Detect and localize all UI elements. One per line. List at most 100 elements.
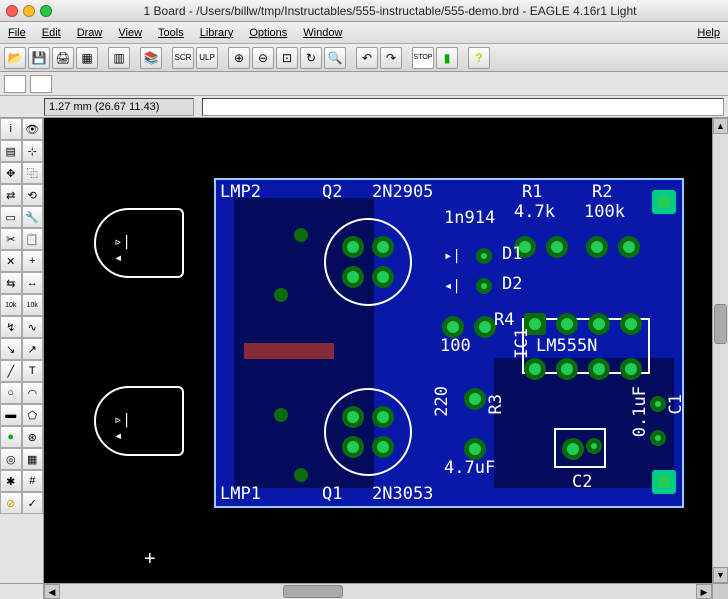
board-canvas[interactable]: ▸| ◂| LMP2: [44, 118, 712, 583]
label-r3val: 4.7uF: [444, 458, 495, 478]
close-icon[interactable]: [6, 5, 18, 17]
label-d1: D1: [502, 244, 522, 264]
menu-file[interactable]: File: [8, 27, 26, 39]
zoom-in-button[interactable]: ⊕: [228, 47, 250, 69]
redo-button[interactable]: ↷: [380, 47, 402, 69]
param-toolbar: [0, 72, 728, 96]
param-mirror[interactable]: [30, 75, 52, 93]
menu-draw[interactable]: Draw: [77, 27, 103, 39]
text-tool[interactable]: T: [22, 360, 44, 382]
rotate-tool[interactable]: ⟲: [22, 184, 44, 206]
help-button[interactable]: ?: [468, 47, 490, 69]
command-input[interactable]: [202, 98, 724, 116]
menu-edit[interactable]: Edit: [42, 27, 61, 39]
copy-tool[interactable]: ⿻: [22, 162, 44, 184]
smash-tool[interactable]: 10k: [22, 294, 44, 316]
menu-tools[interactable]: Tools: [158, 27, 184, 39]
open-button[interactable]: 📂: [4, 47, 26, 69]
show-tool[interactable]: 👁: [22, 118, 44, 140]
undo-button[interactable]: ↶: [356, 47, 378, 69]
route-tool[interactable]: ↘: [0, 338, 22, 360]
signal-tool[interactable]: ⊛: [22, 426, 44, 448]
label-c1val: 0.1uF: [630, 386, 650, 437]
lock-tool[interactable]: 10k: [0, 294, 22, 316]
wire-tool[interactable]: ╱: [0, 360, 22, 382]
scroll-left-icon[interactable]: ◀: [44, 584, 60, 599]
minimize-icon[interactable]: [23, 5, 35, 17]
print-button[interactable]: 🖨: [52, 47, 74, 69]
erc-tool[interactable]: ⊘: [0, 492, 22, 514]
origin-cursor-icon: +: [144, 548, 156, 571]
scroll-right-icon[interactable]: ▶: [696, 584, 712, 599]
add-tool[interactable]: +: [22, 250, 44, 272]
change-tool[interactable]: 🔧: [22, 206, 44, 228]
pcb-board: ▸| ◂| LMP2: [214, 178, 684, 508]
info-tool[interactable]: i: [0, 118, 22, 140]
cut-tool[interactable]: ✂: [0, 228, 22, 250]
hscroll-thumb[interactable]: [283, 585, 343, 598]
vscroll-thumb[interactable]: [714, 304, 727, 344]
label-q2val: 2N2905: [372, 182, 433, 202]
menu-view[interactable]: View: [118, 27, 142, 39]
auto-tool[interactable]: #: [22, 470, 44, 492]
titlebar: 1 Board - /Users/billw/tmp/Instructables…: [0, 0, 728, 22]
save-button[interactable]: 💾: [28, 47, 50, 69]
label-q1: Q1: [322, 484, 342, 504]
label-q2: Q2: [322, 182, 342, 202]
library-use-button[interactable]: 📚: [140, 47, 162, 69]
zoom-icon[interactable]: [40, 5, 52, 17]
label-lmp1: LMP1: [220, 484, 261, 504]
vertical-scrollbar[interactable]: ▲ ▼: [712, 118, 728, 583]
menu-options[interactable]: Options: [249, 27, 287, 39]
zoom-select-button[interactable]: 🔍: [324, 47, 346, 69]
scroll-up-icon[interactable]: ▲: [713, 118, 728, 134]
replace-tool[interactable]: ↔: [22, 272, 44, 294]
go-button[interactable]: ▮: [436, 47, 458, 69]
menu-help[interactable]: Help: [697, 27, 720, 39]
param-angle[interactable]: [4, 75, 26, 93]
label-c2: C2: [572, 472, 592, 492]
mirror-tool[interactable]: ⇄: [0, 184, 22, 206]
resize-corner[interactable]: [712, 584, 728, 599]
stop-button[interactable]: STOP: [412, 47, 434, 69]
mark-tool[interactable]: ⊹: [22, 140, 44, 162]
scroll-down-icon[interactable]: ▼: [713, 567, 728, 583]
menubar: File Edit Draw View Tools Library Option…: [0, 22, 728, 44]
label-d1val: 1n914: [444, 208, 495, 228]
label-d2: D2: [502, 274, 522, 294]
arc-tool[interactable]: ◠: [22, 382, 44, 404]
circle-tool[interactable]: ○: [0, 382, 22, 404]
move-tool[interactable]: ✥: [0, 162, 22, 184]
split-tool[interactable]: ↯: [0, 316, 22, 338]
attribute-tool[interactable]: ▦: [22, 448, 44, 470]
script-button[interactable]: SCR: [172, 47, 194, 69]
delete-tool[interactable]: ✕: [0, 250, 22, 272]
board-button[interactable]: ▥: [108, 47, 130, 69]
menu-window[interactable]: Window: [303, 27, 342, 39]
zoom-out-button[interactable]: ⊖: [252, 47, 274, 69]
zoom-redraw-button[interactable]: ↻: [300, 47, 322, 69]
horizontal-scrollbar[interactable]: ◀ ▶: [44, 584, 728, 599]
ripup-tool[interactable]: ↗: [22, 338, 44, 360]
bottom-trace: [244, 343, 334, 359]
window-controls: [6, 5, 52, 17]
polygon-tool[interactable]: ⬠: [22, 404, 44, 426]
drc-tool[interactable]: ✓: [22, 492, 44, 514]
layers-tool[interactable]: ▤: [0, 140, 22, 162]
label-r1val: 4.7k: [514, 202, 555, 222]
ulp-button[interactable]: ULP: [196, 47, 218, 69]
via-tool[interactable]: ●: [0, 426, 22, 448]
cam-button[interactable]: ▦: [76, 47, 98, 69]
menu-library[interactable]: Library: [200, 27, 234, 39]
optimize-tool[interactable]: ∿: [22, 316, 44, 338]
pinswap-tool[interactable]: ⇆: [0, 272, 22, 294]
ratsnest-tool[interactable]: ✱: [0, 470, 22, 492]
group-tool[interactable]: ▭: [0, 206, 22, 228]
label-icval: LM555N: [536, 336, 597, 356]
coord-readout: 1.27 mm (26.67 11.43): [44, 98, 194, 116]
label-r1: R1: [522, 182, 542, 202]
hole-tool[interactable]: ◎: [0, 448, 22, 470]
paste-tool[interactable]: 📋: [22, 228, 44, 250]
rect-tool[interactable]: ▬: [0, 404, 22, 426]
zoom-fit-button[interactable]: ⊡: [276, 47, 298, 69]
